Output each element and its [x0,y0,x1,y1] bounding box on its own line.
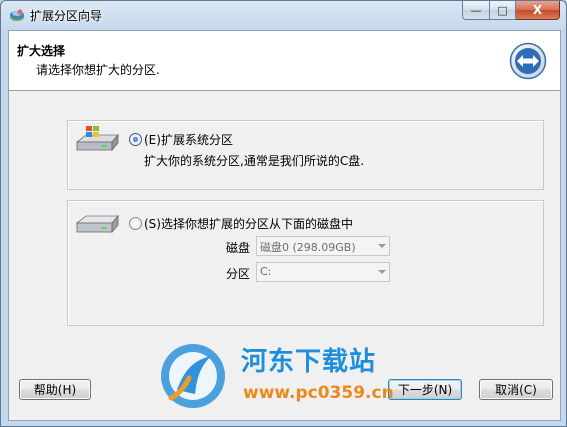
cancel-button-label: 取消(C) [495,383,537,397]
page-subtitle: 请选择你想扩大的分区. [36,63,160,77]
partition-select[interactable]: C: [256,262,390,282]
app-icon [10,9,24,21]
help-button[interactable]: 帮助(H) [19,379,91,400]
wizard-header: 扩大选择 请选择你想扩大的分区. [9,31,560,91]
resize-partition-icon [509,42,547,80]
minimize-button[interactable]: — [462,1,490,20]
drive-icon [75,214,119,234]
chevron-down-icon [378,270,386,274]
radio-select-partition[interactable] [129,217,142,230]
next-button-label: 下一步(N) [397,383,453,397]
maximize-icon: □ [497,3,508,17]
disk-select-value: 磁盘0 (298.09GB) [260,241,356,254]
minimize-icon: — [470,3,482,17]
window-title: 扩展分区向导 [30,9,103,23]
cancel-button[interactable]: 取消(C) [479,379,553,400]
caption-buttons: — □ X [462,1,560,20]
watermark-url: www.pc0359.cn [243,383,394,403]
disk-select[interactable]: 磁盘0 (298.09GB) [256,236,390,256]
maximize-button[interactable]: □ [490,1,516,20]
system-drive-icon [75,126,119,152]
option-system-description: 扩大你的系统分区,通常是我们所说的C盘. [144,154,365,168]
page-title: 扩大选择 [17,44,66,58]
option-system-label[interactable]: (E)扩展系统分区 [144,131,233,148]
next-button[interactable]: 下一步(N) [388,379,462,400]
title-bar[interactable]: 扩展分区向导 — □ X [1,1,566,29]
close-button[interactable]: X [516,1,560,20]
chevron-down-icon [378,244,386,248]
option-other-label[interactable]: (S)选择你想扩展的分区从下面的磁盘中 [144,215,353,232]
help-button-label: 帮助(H) [33,383,77,397]
partition-label: 分区 [226,267,251,281]
radio-extend-system[interactable] [129,133,142,146]
watermark-site-name: 河东下载站 [241,347,377,377]
wizard-window: 扩展分区向导 — □ X 扩大选择 请选择你想扩大的分区. (E)扩展系统分区 … [0,0,567,427]
watermark-logo-icon [161,344,225,408]
disk-label: 磁盘 [226,241,251,255]
close-icon: X [532,3,543,17]
partition-select-value: C: [260,265,272,278]
